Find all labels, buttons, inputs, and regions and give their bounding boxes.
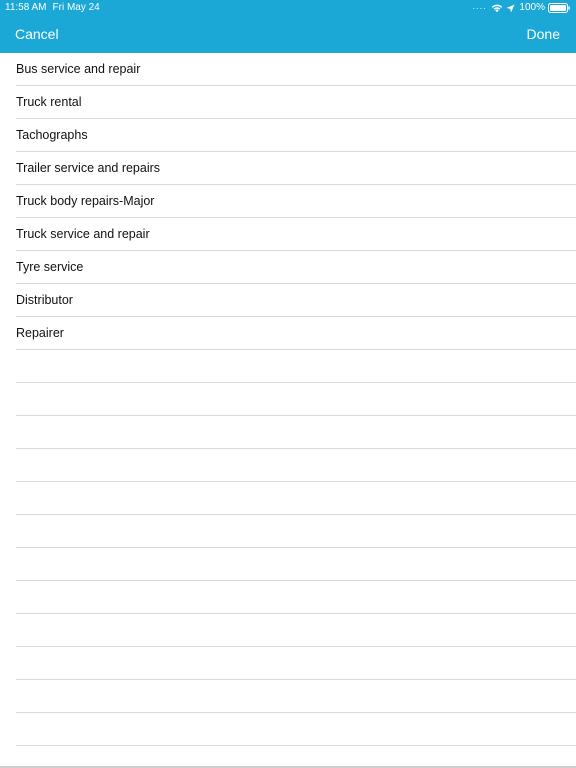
empty-row	[0, 647, 576, 680]
battery-icon	[548, 3, 570, 13]
empty-row	[0, 614, 576, 647]
battery-percent: 100%	[519, 2, 545, 13]
list-item[interactable]: Truck rental	[0, 86, 576, 119]
wifi-icon	[491, 3, 503, 13]
option-list: Bus service and repair Truck rental Tach…	[0, 53, 576, 746]
empty-row	[0, 548, 576, 581]
status-right: ···· 100%	[472, 0, 570, 16]
list-item[interactable]: Tyre service	[0, 251, 576, 284]
empty-row	[0, 416, 576, 449]
list-item[interactable]: Trailer service and repairs	[0, 152, 576, 185]
status-bar: 11:58 AM Fri May 24 ···· 100%	[0, 0, 576, 16]
signal-dots-icon: ····	[472, 3, 487, 13]
empty-row	[0, 680, 576, 713]
header: 11:58 AM Fri May 24 ···· 100% Cancel Don…	[0, 0, 576, 53]
list-item[interactable]: Truck body repairs-Major	[0, 185, 576, 218]
empty-row	[0, 515, 576, 548]
location-arrow-icon	[506, 4, 515, 13]
status-time: 11:58 AM	[5, 2, 47, 13]
done-button[interactable]: Done	[527, 16, 560, 53]
empty-row	[0, 581, 576, 614]
screen: 11:58 AM Fri May 24 ···· 100% Cancel Don…	[0, 0, 576, 768]
cancel-button[interactable]: Cancel	[15, 16, 59, 53]
list-item[interactable]: Repairer	[0, 317, 576, 350]
list-item[interactable]: Distributor	[0, 284, 576, 317]
empty-row	[0, 350, 576, 383]
empty-row	[0, 383, 576, 416]
nav-bar: Cancel Done	[0, 16, 576, 53]
status-date: Fri May 24	[52, 2, 100, 13]
status-left: 11:58 AM Fri May 24	[5, 0, 100, 16]
empty-row	[0, 713, 576, 746]
list-item[interactable]: Truck service and repair	[0, 218, 576, 251]
list-item[interactable]: Bus service and repair	[0, 53, 576, 86]
empty-row	[0, 449, 576, 482]
empty-row	[0, 482, 576, 515]
list-item[interactable]: Tachographs	[0, 119, 576, 152]
